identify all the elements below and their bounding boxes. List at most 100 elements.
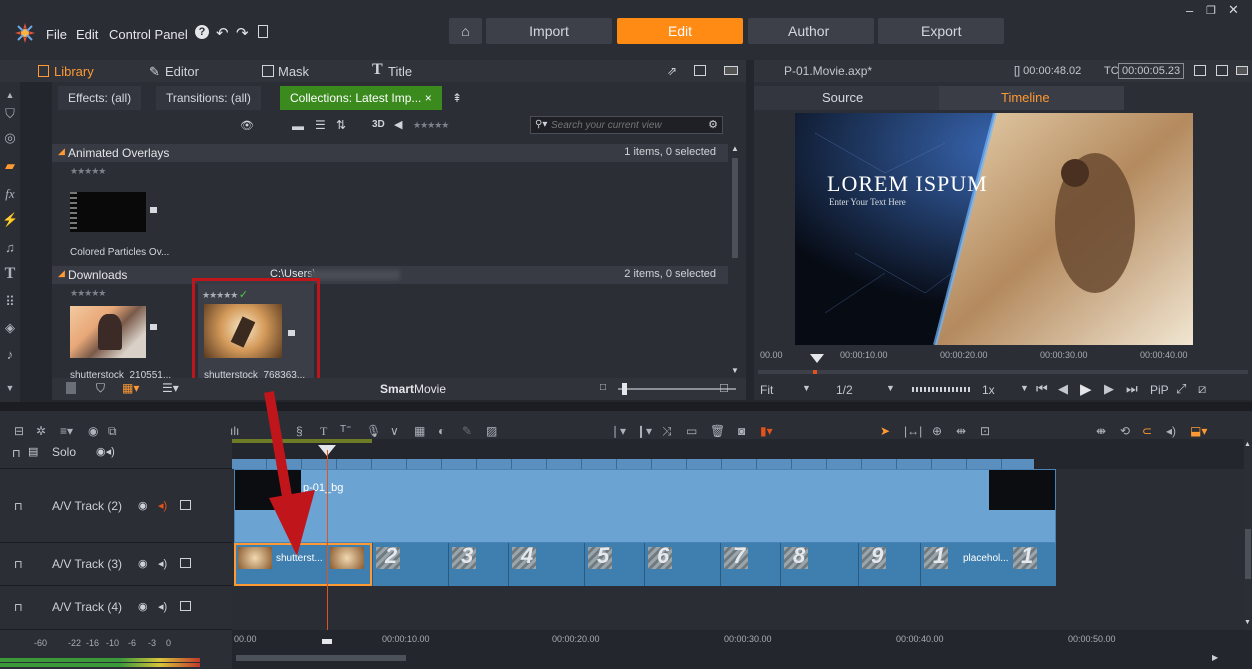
voiceover-icon[interactable]: 🎙	[366, 424, 381, 438]
clip-placeholder-2[interactable]: 2	[372, 543, 448, 586]
thumb-colored-particles[interactable]	[70, 192, 146, 232]
close-icon[interactable]: ✕	[1228, 2, 1239, 18]
import-mode-button[interactable]: Import	[486, 18, 612, 44]
new-collection-icon[interactable]: ⇞	[452, 91, 462, 105]
panel-splitter[interactable]	[0, 402, 1252, 411]
dynamic-length-icon[interactable]: ⬓▾	[1190, 424, 1207, 438]
clip-placeholder-9[interactable]: 9	[858, 543, 920, 586]
eye-icon[interactable]: 👁	[240, 119, 254, 132]
zoom-slider[interactable]	[618, 383, 736, 395]
thumbnail-large-icon[interactable]: □	[720, 380, 728, 395]
clip-placeholder-5[interactable]: 5	[584, 543, 644, 586]
magnet-icon[interactable]: ⊂	[1142, 424, 1152, 438]
home-button[interactable]: ⌂	[449, 18, 482, 44]
collections-icon[interactable]: ▰	[2, 158, 18, 174]
snapshot-icon[interactable]: ⧄	[1198, 381, 1206, 397]
effects-fx-icon[interactable]: fx	[2, 186, 18, 202]
slip-icon[interactable]: ⇹	[956, 424, 966, 438]
preview-playhead[interactable]	[810, 354, 824, 363]
layers-icon[interactable]: ◈	[2, 320, 18, 336]
roll-icon[interactable]: ⊕	[932, 424, 942, 438]
pointer-icon[interactable]: ➤	[880, 424, 890, 438]
export-mode-button[interactable]: Export	[878, 18, 1004, 44]
lock-icon[interactable]: ⊓	[12, 447, 21, 460]
export-frame-icon[interactable]	[1194, 65, 1206, 76]
music-icon[interactable]: ♫	[2, 240, 18, 256]
help-icon[interactable]: ?	[195, 25, 209, 39]
visibility-icon[interactable]: ◉	[138, 499, 148, 512]
ripple-icon[interactable]: |↔|	[904, 424, 922, 438]
monitor-icon[interactable]	[180, 601, 191, 611]
image-tool-icon[interactable]: ▨	[486, 424, 497, 438]
clip-placeholder-6[interactable]: 6	[644, 543, 720, 586]
timeline-vscroll[interactable]: ▲ ▼	[1244, 439, 1252, 630]
visibility-icon[interactable]: ◉	[138, 557, 148, 570]
category-downloads[interactable]: ◢ Downloads C:\Users\ 2 items, 0 selecte…	[52, 266, 728, 284]
lock-icon[interactable]: ⊓	[14, 558, 23, 571]
audio-icon[interactable]: ◂)	[158, 557, 167, 570]
chapter-icon[interactable]: ❙▾	[636, 424, 652, 438]
tab-collections-latest[interactable]: Collections: Latest Imp... ×	[280, 86, 442, 110]
preview-video-frame[interactable]: LOREM ISPUM Enter Your Text Here	[795, 113, 1193, 345]
media-icon[interactable]	[66, 382, 76, 394]
search-box[interactable]: ⚲▾ ⚙	[530, 116, 723, 134]
visibility-icon[interactable]: ◉	[138, 600, 148, 613]
clip-placeholder-7[interactable]: 7	[720, 543, 780, 586]
scroll-down-icon[interactable]: ▼	[731, 366, 739, 375]
playback-speed[interactable]: 1x	[982, 383, 995, 397]
sound-effects-icon[interactable]: ♪	[2, 347, 18, 363]
fit-timeline-icon[interactable]: ⊡	[980, 424, 990, 438]
volume-filter-icon[interactable]: ◀	[394, 118, 402, 131]
undo-icon[interactable]: ↶	[216, 24, 229, 42]
menu-control-panel[interactable]: Control Panel	[109, 27, 188, 42]
fit-dropdown[interactable]: Fit	[760, 383, 773, 397]
scorefitter-icon[interactable]: ∨	[390, 424, 399, 438]
audio-icon[interactable]: ◂)	[158, 600, 167, 613]
step-forward-icon[interactable]: ▶	[1104, 381, 1114, 397]
brush-icon[interactable]: ✎	[462, 424, 472, 438]
scroll-down-icon[interactable]: ▼	[1244, 619, 1251, 626]
tab-source[interactable]: Source	[754, 86, 939, 110]
lock-icon[interactable]: ⊓	[14, 500, 23, 513]
record-icon[interactable]: ◉	[88, 424, 98, 438]
document-icon[interactable]	[258, 25, 268, 38]
timeline-ruler[interactable]	[232, 439, 1244, 469]
tab-title[interactable]: Title	[388, 64, 412, 79]
resolution-arrow-icon[interactable]: ▼	[886, 383, 895, 393]
track-name[interactable]: A/V Track (3)	[52, 557, 122, 571]
mute-clip-icon[interactable]: ▭	[686, 424, 697, 438]
thumb-shutterstock-210551[interactable]	[70, 306, 146, 358]
color-icon[interactable]: ◐	[438, 424, 445, 438]
minimize-icon[interactable]: –	[1186, 3, 1193, 18]
menu-edit[interactable]: Edit	[76, 27, 98, 42]
scroll-up-icon[interactable]: ▲	[2, 87, 18, 103]
pip-button[interactable]: PiP	[1150, 383, 1169, 397]
fullscreen-icon[interactable]: ⤢	[1176, 381, 1186, 397]
grid-view-icon[interactable]: ▦▾	[122, 381, 139, 395]
tab-timeline[interactable]: Timeline	[939, 86, 1124, 110]
rating-filter[interactable]: ★★★★★	[413, 120, 449, 131]
fit-dropdown-arrow-icon[interactable]: ▼	[802, 383, 811, 393]
speed-arrow-icon[interactable]: ▼	[1020, 383, 1029, 393]
clip-placeholder-10[interactable]: 1 placehol... 1	[920, 543, 1056, 586]
search-options-icon[interactable]: ⚙	[708, 118, 718, 131]
preview-scrubber-scale[interactable]: 00.00 00:00:10.00 00:00:20.00 00:00:30.0…	[758, 350, 1248, 370]
item-rating[interactable]: ★★★★★	[70, 288, 106, 299]
tab-transitions-all[interactable]: Transitions: (all)	[156, 86, 261, 110]
edit-mode-button[interactable]: Edit	[617, 18, 743, 44]
magic-icon[interactable]: ✲	[36, 424, 46, 438]
tab-effects-all[interactable]: Effects: (all)	[58, 86, 142, 110]
monitor-icon[interactable]	[180, 500, 191, 510]
play-icon[interactable]: ▶	[1080, 380, 1092, 398]
scroll-up-icon[interactable]: ▲	[1244, 441, 1251, 448]
disc-icon[interactable]: ◎	[2, 130, 18, 146]
tab-mask[interactable]: Mask	[278, 64, 309, 79]
undock-icon[interactable]	[694, 65, 706, 76]
marker-red-icon[interactable]: ▮▾	[760, 424, 773, 438]
thumb-shutterstock-768363[interactable]	[204, 304, 282, 358]
shuttle-wheel[interactable]	[912, 387, 970, 392]
smartmovie-button[interactable]: SmartMovie	[380, 382, 446, 396]
item-rating[interactable]: ★★★★★ ✓	[202, 288, 248, 301]
preview-scrollbar[interactable]	[758, 370, 1248, 374]
author-mode-button[interactable]: Author	[748, 18, 874, 44]
